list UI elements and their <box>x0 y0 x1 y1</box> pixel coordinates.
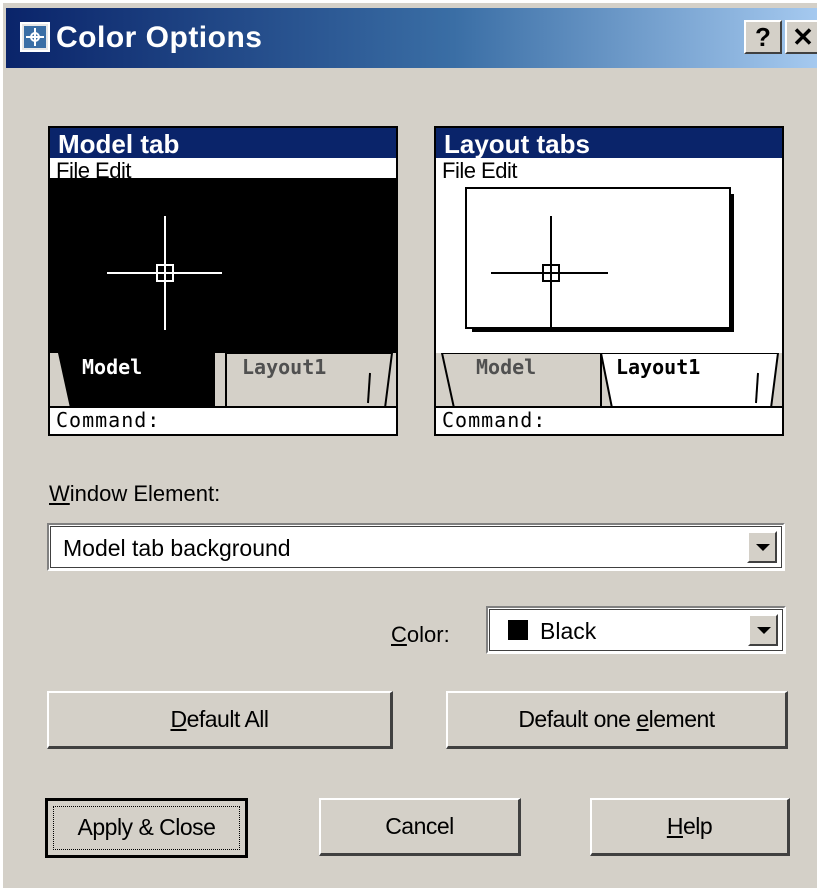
layout-preview-tabs: Model Layout1 <box>436 353 782 408</box>
layout-preview-command-line: Command: <box>436 406 782 434</box>
color-swatch <box>508 620 528 640</box>
cancel-button[interactable]: Cancel <box>319 798 521 856</box>
model-preview-drawing-area[interactable] <box>50 178 396 353</box>
default-one-element-button[interactable]: Default one element <box>446 691 788 749</box>
model-preview-tabs: Model Layout1 <box>50 353 396 408</box>
close-button[interactable]: ✕ <box>785 20 817 54</box>
layout-preview-title: Layout tabs <box>436 128 782 159</box>
model-tab-label: Model <box>82 355 143 379</box>
layout1-tab-label: Layout1 <box>242 355 327 379</box>
color-dropdown-icon[interactable] <box>748 614 778 646</box>
dialog-title: Color Options <box>56 21 263 54</box>
window-element-select[interactable]: Model tab background <box>47 523 785 571</box>
default-all-button[interactable]: Default All <box>47 691 393 749</box>
model-tab-preview[interactable]: Model tab File Edit Model Layout1 Comman… <box>48 126 398 436</box>
window-element-label: Window Element: <box>49 481 221 506</box>
help-button[interactable]: Help <box>590 798 790 856</box>
context-help-button[interactable]: ? <box>744 20 782 54</box>
layout-preview-menu: File Edit <box>436 158 782 184</box>
color-value: Black <box>540 618 597 644</box>
color-options-dialog: Color Options ? ✕ Model tab File Edit Mo… <box>0 0 817 888</box>
window-element-value: Model tab background <box>63 535 291 561</box>
layout-preview-drawing-area[interactable] <box>436 178 782 353</box>
model-preview-command-line: Command: <box>50 406 396 434</box>
layout1-tab-label: Layout1 <box>616 355 701 379</box>
app-settings-icon <box>20 22 50 52</box>
color-select[interactable]: Black <box>486 606 786 654</box>
model-tab-label: Model <box>476 355 537 379</box>
color-label: Color: <box>391 622 450 647</box>
apply-and-close-button[interactable]: Apply & Close <box>45 798 248 858</box>
model-preview-menu: File Edit <box>50 158 396 183</box>
model-preview-title: Model tab <box>50 128 396 159</box>
layout-tabs-preview[interactable]: Layout tabs File Edit Model Layout1 Comm… <box>434 126 784 436</box>
window-element-dropdown-icon[interactable] <box>747 531 777 563</box>
title-bar[interactable]: Color Options ? ✕ <box>6 8 817 68</box>
